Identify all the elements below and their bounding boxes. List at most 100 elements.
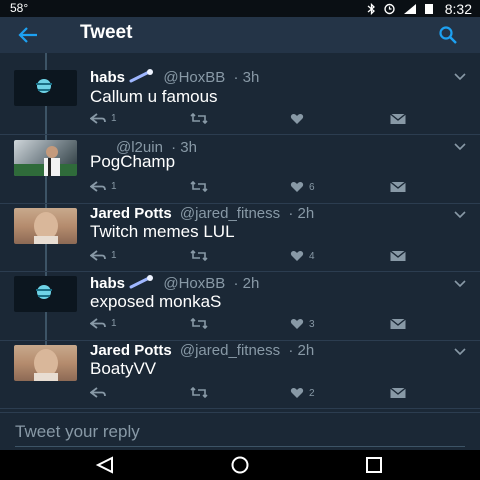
direct-message-button[interactable] xyxy=(390,250,406,262)
retweet-icon xyxy=(190,387,208,398)
tweet-item[interactable]: Jared Potts @jared_fitness · 2h BoatyVV … xyxy=(0,340,480,409)
author-handle[interactable]: @HoxBB xyxy=(163,69,225,86)
heart-icon xyxy=(290,319,304,329)
retweet-button[interactable] xyxy=(190,181,213,192)
like-button[interactable]: 4 xyxy=(290,250,315,262)
envelope-icon xyxy=(390,113,406,124)
reply-icon xyxy=(90,318,106,329)
tweet-time: 3h xyxy=(180,139,197,156)
tweet-text: exposed monkaS xyxy=(90,292,222,311)
like-count: 4 xyxy=(309,250,315,262)
chevron-down-icon[interactable] xyxy=(454,211,466,219)
avatar[interactable] xyxy=(14,345,77,381)
like-count: 2 xyxy=(309,387,315,399)
direct-message-button[interactable] xyxy=(390,181,406,193)
reply-icon xyxy=(90,113,106,124)
heart-icon xyxy=(290,114,304,124)
reply-count: 1 xyxy=(111,113,117,124)
status-bar: 58° 8:32 xyxy=(0,0,480,17)
retweet-icon xyxy=(190,318,208,329)
reply-button[interactable]: 1 xyxy=(90,113,117,124)
reply-count: 1 xyxy=(111,250,117,261)
direct-message-button[interactable] xyxy=(390,113,406,125)
chevron-down-icon[interactable] xyxy=(454,280,466,288)
author-name[interactable]: Jared Potts xyxy=(90,205,172,222)
recents-square-icon[interactable] xyxy=(365,456,383,474)
author-name[interactable]: habs xyxy=(90,275,125,292)
chevron-down-icon[interactable] xyxy=(454,143,466,151)
like-button[interactable] xyxy=(290,113,309,125)
reply-composer[interactable]: Tweet your reply xyxy=(0,412,480,451)
tweet-item[interactable]: habs @HoxBB · 3h Callum u famous 1 xyxy=(0,57,480,135)
comet-emoji-icon xyxy=(129,275,154,289)
heart-icon xyxy=(290,251,304,261)
tweet-item[interactable]: @l2uin · 3h PogChamp 1 6 xyxy=(0,134,480,204)
retweet-button[interactable] xyxy=(190,250,213,261)
reply-icon xyxy=(90,387,106,398)
tweet-item[interactable]: habs @HoxBB · 2h exposed monkaS 1 3 xyxy=(0,271,480,341)
input-underline xyxy=(15,446,465,447)
author-handle[interactable]: @HoxBB xyxy=(163,275,225,292)
direct-message-button[interactable] xyxy=(390,387,406,399)
retweet-button[interactable] xyxy=(190,387,213,398)
retweet-icon xyxy=(190,250,208,261)
reply-input-placeholder[interactable]: Tweet your reply xyxy=(15,422,140,442)
like-button[interactable]: 3 xyxy=(290,318,315,330)
chevron-down-icon[interactable] xyxy=(454,348,466,356)
clock: 8:32 xyxy=(444,0,472,17)
tweet-text: Callum u famous xyxy=(90,87,218,106)
author-handle[interactable]: @jared_fitness xyxy=(180,205,280,222)
retweet-button[interactable] xyxy=(190,113,213,124)
like-button[interactable]: 2 xyxy=(290,387,315,399)
avatar[interactable] xyxy=(14,70,77,106)
envelope-icon xyxy=(390,387,406,398)
tweet-time: 2h xyxy=(242,275,260,292)
tweet-text: BoatyVV xyxy=(90,359,157,378)
heart-icon xyxy=(290,182,304,192)
retweet-icon xyxy=(190,181,208,192)
tweet-item[interactable]: Jared Potts @jared_fitness · 2h Twitch m… xyxy=(0,203,480,272)
author-handle[interactable]: @jared_fitness xyxy=(180,342,280,359)
like-button[interactable]: 6 xyxy=(290,181,315,193)
reply-icon xyxy=(90,250,106,261)
envelope-icon xyxy=(390,181,406,192)
avatar[interactable] xyxy=(14,276,77,312)
comet-emoji-icon xyxy=(129,69,154,83)
like-count: 3 xyxy=(309,318,315,330)
reply-count: 1 xyxy=(111,181,117,192)
android-nav-bar xyxy=(0,450,480,480)
tweet-text: PogChamp xyxy=(90,152,176,171)
tweet-time: 2h xyxy=(297,342,315,359)
author-name[interactable]: Jared Potts xyxy=(90,342,172,359)
temperature: 58° xyxy=(10,1,29,15)
avatar[interactable] xyxy=(14,208,77,244)
search-icon[interactable] xyxy=(438,25,458,45)
reply-button[interactable]: 1 xyxy=(90,318,117,329)
alarm-icon xyxy=(384,3,395,15)
reply-count: 1 xyxy=(111,318,117,329)
app-bar: Tweet xyxy=(0,17,480,53)
retweet-icon xyxy=(190,113,208,124)
tweet-text: Twitch memes LUL xyxy=(90,222,235,241)
back-triangle-icon[interactable] xyxy=(95,456,115,474)
author-name[interactable]: habs xyxy=(90,69,125,86)
direct-message-button[interactable] xyxy=(390,318,406,330)
reply-button[interactable] xyxy=(90,387,111,398)
envelope-icon xyxy=(390,250,406,261)
signal-icon xyxy=(403,3,416,14)
page-title: Tweet xyxy=(80,22,133,43)
back-arrow-icon[interactable] xyxy=(17,25,39,45)
reply-button[interactable]: 1 xyxy=(90,250,117,261)
avatar[interactable] xyxy=(14,140,77,176)
envelope-icon xyxy=(390,318,406,329)
reply-button[interactable]: 1 xyxy=(90,181,117,192)
bluetooth-icon xyxy=(367,2,375,15)
reply-icon xyxy=(90,181,106,192)
heart-icon xyxy=(290,388,304,398)
tweet-time: 3h xyxy=(242,69,260,86)
like-count: 6 xyxy=(309,181,315,193)
tweet-time: 2h xyxy=(297,205,315,222)
retweet-button[interactable] xyxy=(190,318,213,329)
home-circle-icon[interactable] xyxy=(229,456,251,474)
chevron-down-icon[interactable] xyxy=(454,73,466,81)
